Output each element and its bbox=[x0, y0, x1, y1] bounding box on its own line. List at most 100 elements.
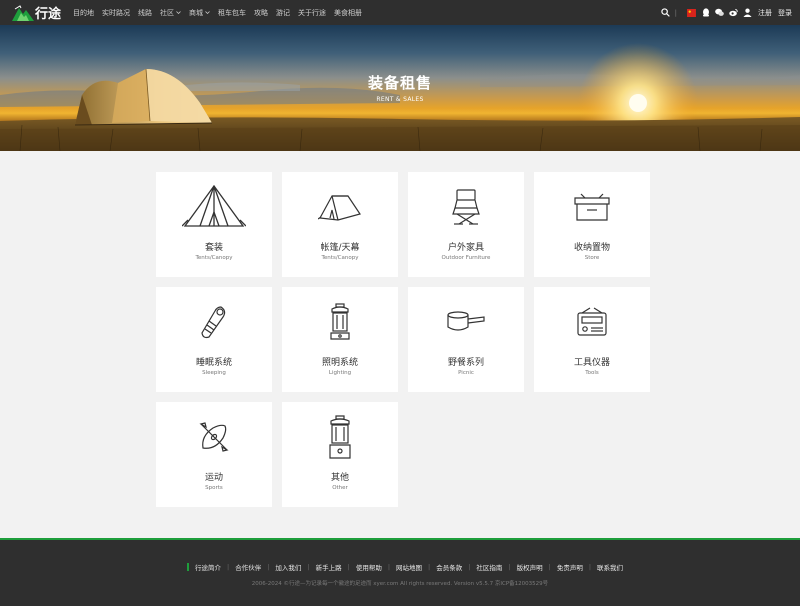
footer-link-partners[interactable]: 合作伙伴 bbox=[235, 562, 261, 572]
chevron-down-icon bbox=[176, 11, 181, 15]
footer-divider: | bbox=[468, 563, 471, 571]
menu-label: 商城 bbox=[189, 8, 204, 17]
site-logo[interactable]: 行途 bbox=[12, 0, 61, 25]
footer-link-guidelines[interactable]: 社区指南 bbox=[476, 562, 502, 572]
menu-label: 关于行途 bbox=[298, 8, 327, 17]
menu-item-routes[interactable]: 线路 bbox=[138, 8, 152, 18]
menu-label: 租车包车 bbox=[218, 8, 247, 17]
category-card-furniture[interactable]: 户外家具 Outdoor Furniture bbox=[408, 172, 524, 277]
flag-icon[interactable] bbox=[687, 8, 696, 17]
footer-link-disclaimer[interactable]: 免责声明 bbox=[557, 562, 583, 572]
footer-divider: | bbox=[307, 563, 310, 571]
category-card-picnic[interactable]: 野餐系列 Picnic bbox=[408, 287, 524, 392]
category-name-en: Other bbox=[332, 485, 348, 491]
menu-item-community[interactable]: 社区 bbox=[160, 8, 181, 18]
menu-item-mall[interactable]: 商城 bbox=[189, 8, 210, 18]
category-card-tools[interactable]: 工具仪器 Tools bbox=[534, 287, 650, 392]
category-name: 运动 bbox=[204, 473, 223, 483]
category-card-other[interactable]: 其他 Other bbox=[282, 402, 398, 507]
category-name: 其他 bbox=[330, 473, 349, 483]
category-name: 睡眠系统 bbox=[195, 358, 232, 368]
radio-icon bbox=[577, 307, 607, 336]
menu-label: 实时路况 bbox=[102, 8, 131, 17]
cooking-pot-icon bbox=[447, 311, 485, 331]
category-name-en: Tents/Canopy bbox=[321, 255, 359, 261]
big-tent-icon bbox=[182, 184, 246, 227]
banner-subtitle: RENT & SALES bbox=[376, 96, 424, 103]
menu-label: 线路 bbox=[138, 8, 153, 17]
gas-lantern-icon bbox=[329, 415, 351, 459]
category-name: 收纳置物 bbox=[573, 243, 610, 253]
main-menu: 目的地 实时路况 线路 社区 商城 租车包车 攻略 游记 关于行途 美食相册 bbox=[73, 0, 370, 25]
category-card-sports[interactable]: 运动 Sports bbox=[156, 402, 272, 507]
menu-label: 游记 bbox=[276, 8, 291, 17]
category-name: 照明系统 bbox=[321, 358, 358, 368]
mountain-logo-icon bbox=[12, 4, 34, 21]
footer-link-newbie[interactable]: 新手上路 bbox=[316, 562, 342, 572]
hero-banner: 装备租售 RENT & SALES bbox=[0, 25, 800, 151]
category-name-en: Sleeping bbox=[202, 370, 226, 376]
category-name: 户外家具 bbox=[447, 243, 484, 253]
category-name-en: Outdoor Furniture bbox=[441, 255, 491, 261]
footer-link-terms[interactable]: 会员条款 bbox=[436, 562, 462, 572]
top-navbar: 行途 目的地 实时路况 线路 社区 商城 租车包车 攻略 游记 关于行途 美食相… bbox=[0, 0, 800, 25]
user-icon[interactable] bbox=[743, 8, 752, 17]
category-card-lighting[interactable]: 照明系统 Lighting bbox=[282, 287, 398, 392]
footer-divider: | bbox=[267, 563, 270, 571]
category-card-sleeping[interactable]: 睡眠系统 Sleeping bbox=[156, 287, 272, 392]
login-link[interactable]: 登录 bbox=[778, 8, 792, 18]
footer-divider: | bbox=[387, 563, 391, 571]
category-name-en: Store bbox=[584, 255, 600, 261]
category-name-en: Lighting bbox=[328, 370, 352, 376]
footer-divider: | bbox=[508, 563, 511, 571]
nav-separator: | bbox=[674, 8, 677, 17]
footer-divider: | bbox=[347, 563, 350, 571]
footer-link-help[interactable]: 使用帮助 bbox=[356, 562, 382, 572]
category-card-storage[interactable]: 收纳置物 Store bbox=[534, 172, 650, 277]
category-name-en: Tents/Canopy bbox=[195, 255, 233, 261]
footer-divider: | bbox=[428, 563, 431, 571]
footer-link-about[interactable]: 行途简介 bbox=[195, 562, 221, 572]
footer-accent-bar bbox=[187, 563, 189, 571]
weibo-icon[interactable] bbox=[729, 8, 738, 17]
menu-item-guides[interactable]: 攻略 bbox=[254, 8, 268, 18]
menu-label: 目的地 bbox=[73, 8, 95, 17]
lantern-icon bbox=[330, 303, 350, 340]
footer-link-contact[interactable]: 联系我们 bbox=[597, 562, 623, 572]
footer-divider: | bbox=[588, 563, 592, 571]
logo-text: 行途 bbox=[35, 7, 62, 22]
menu-item-food-album[interactable]: 美食相册 bbox=[334, 8, 362, 18]
menu-label: 美食相册 bbox=[334, 8, 363, 17]
menu-item-car-rental[interactable]: 租车包车 bbox=[218, 8, 246, 18]
site-footer: 行途简介 | 合作伙伴 | 加入我们 | 新手上路 | 使用帮助 | 网站地图 | 会员条款… bbox=[0, 538, 800, 606]
category-name: 野餐系列 bbox=[447, 358, 484, 368]
register-link[interactable]: 注册 bbox=[758, 8, 772, 18]
search-icon[interactable] bbox=[660, 8, 670, 17]
menu-item-about[interactable]: 关于行途 bbox=[298, 8, 326, 18]
sleeping-bag-icon bbox=[201, 306, 226, 339]
storage-box-icon bbox=[574, 193, 610, 221]
wechat-icon[interactable] bbox=[715, 8, 724, 17]
category-card-tents[interactable]: 帐篷/天幕 Tents/Canopy bbox=[282, 172, 398, 277]
menu-label: 社区 bbox=[160, 8, 175, 17]
footer-link-sitemap[interactable]: 网站地图 bbox=[396, 562, 422, 572]
footer-copyright: 2006-2024 ©行途—为记录每一个徽途的足迹而 xyer.com All … bbox=[251, 581, 549, 587]
footer-divider: | bbox=[227, 563, 230, 571]
category-name-en: Tools bbox=[585, 370, 599, 376]
chevron-down-icon bbox=[205, 11, 210, 15]
footer-link-copyright[interactable]: 版权声明 bbox=[517, 562, 543, 572]
menu-item-travelogue[interactable]: 游记 bbox=[276, 8, 290, 18]
kayak-icon bbox=[199, 422, 229, 452]
category-card-sets[interactable]: 套装 Tents/Canopy bbox=[156, 172, 272, 277]
qq-icon[interactable] bbox=[701, 8, 710, 17]
tent-icon bbox=[318, 195, 361, 221]
menu-label: 攻略 bbox=[254, 8, 269, 17]
category-name-en: Sports bbox=[205, 485, 223, 491]
footer-link-join[interactable]: 加入我们 bbox=[275, 562, 301, 572]
category-name-en: Picnic bbox=[458, 370, 474, 376]
footer-links: 行途简介 | 合作伙伴 | 加入我们 | 新手上路 | 使用帮助 | 网站地图 | 会员条款… bbox=[187, 562, 623, 572]
category-name: 套装 bbox=[204, 243, 223, 253]
menu-item-destination[interactable]: 目的地 bbox=[73, 8, 94, 18]
category-name: 工具仪器 bbox=[573, 358, 610, 368]
menu-item-traffic[interactable]: 实时路况 bbox=[102, 8, 130, 18]
